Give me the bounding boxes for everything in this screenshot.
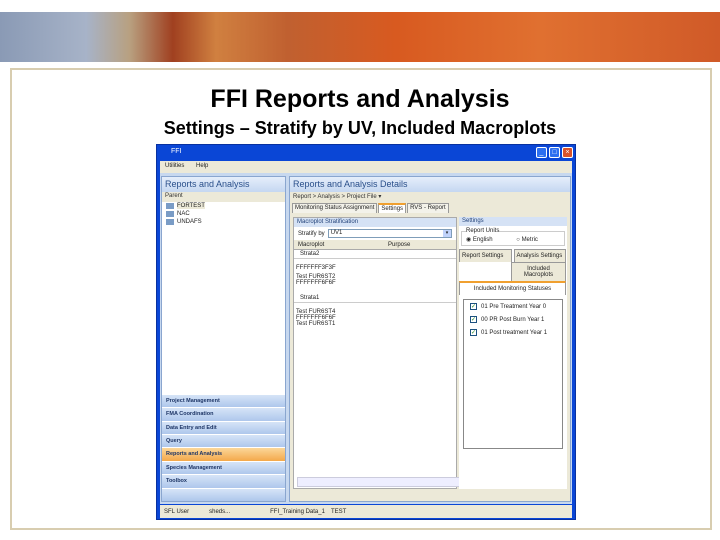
tree-item[interactable]: NAC	[162, 210, 285, 218]
tab-settings[interactable]: Settings	[378, 203, 407, 213]
status-checkbox[interactable]: ✓ 01 Post treatment Year 1	[464, 326, 562, 339]
column-purpose[interactable]: Purpose	[388, 242, 410, 248]
status-database: FFI_Training Data_1	[270, 508, 325, 515]
folder-icon	[166, 203, 174, 209]
column-macroplot[interactable]: Macroplot	[298, 242, 388, 248]
status-user: SFL User	[164, 508, 190, 515]
right-pane-header: Reports and Analysis Details	[290, 177, 570, 192]
list-item[interactable]: FFFFFFF6F6F	[296, 280, 454, 286]
subtab-report-settings[interactable]: Report Settings	[459, 249, 512, 262]
status-checkbox[interactable]: ✓ 00 PR Post Burn Year 1	[464, 313, 562, 326]
list-item[interactable]: FFFFFFF3F3F	[296, 265, 454, 271]
tree-item[interactable]: FORTEST	[162, 202, 285, 210]
menu-bar: Utilities Help	[160, 161, 572, 173]
check-icon: ✓	[470, 329, 477, 336]
section-title: Macroplot Stratification	[294, 218, 456, 227]
window-title: FFI	[171, 148, 182, 155]
nav-reports-analysis[interactable]: Reports and Analysis	[162, 447, 285, 461]
breadcrumb[interactable]: Report > Analysis > Project File ▾	[290, 192, 570, 202]
horizontal-scrollbar[interactable]	[297, 477, 461, 487]
nav-query[interactable]: Query	[162, 434, 285, 448]
project-tree: FORTEST NAC UNDAFS	[162, 202, 285, 226]
check-icon: ✓	[470, 316, 477, 323]
chevron-down-icon: ▾	[443, 230, 451, 237]
report-units-group: Report Units ◉ English ○ Metric	[461, 228, 565, 246]
subtab-included-statuses[interactable]: Included Monitoring Statuses	[459, 281, 566, 295]
tab-bar: Monitoring Status Assignment Settings RV…	[290, 202, 570, 213]
strata-name[interactable]: Strata2	[294, 250, 456, 259]
check-icon: ✓	[470, 303, 477, 310]
nav-species-management[interactable]: Species Management	[162, 460, 285, 475]
nav-panel: Project Management FMA Coordination Data…	[162, 393, 285, 501]
status-list: ✓ 01 Pre Treatment Year 0 ✓ 00 PR Post Bur…	[463, 299, 563, 449]
left-pane-header: Reports and Analysis	[162, 177, 285, 192]
right-pane: Reports and Analysis Details Report > An…	[289, 176, 571, 502]
header-banner	[0, 12, 720, 62]
status-server: sheds...	[209, 508, 231, 515]
report-units-label: Report Units	[466, 228, 500, 234]
status-checkbox[interactable]: ✓ 01 Pre Treatment Year 0	[464, 300, 562, 313]
tab-rvs-report[interactable]: RVS - Report	[407, 203, 449, 213]
nav-toolbox[interactable]: Toolbox	[162, 474, 285, 488]
status-bar: SFL User sheds... FFI_Training Data_1 TE…	[160, 505, 572, 518]
slide-subtitle: Settings – Stratify by UV, Included Macr…	[163, 118, 557, 138]
minimize-button[interactable]: _	[536, 147, 547, 158]
subtab-included-macroplots[interactable]: Included Macroplots	[511, 262, 566, 281]
stratify-label: Stratify by	[298, 230, 325, 237]
strata-group: Strata1 Test FUR6ST4 FFFFFFF6F6F Test FU…	[294, 294, 456, 333]
title-bar: FFI _ □ ×	[157, 145, 575, 161]
nav-project-management[interactable]: Project Management	[162, 393, 285, 408]
subtab-analysis-settings[interactable]: Analysis Settings	[513, 249, 566, 262]
parent-label: Parent	[162, 192, 285, 202]
nav-fma-coordination[interactable]: FMA Coordination	[162, 407, 285, 421]
list-item[interactable]: Test FUR6ST1	[296, 321, 454, 327]
folder-icon	[166, 219, 174, 225]
menu-utilities[interactable]: Utilities	[165, 163, 184, 169]
radio-metric[interactable]: ○ Metric	[516, 237, 538, 243]
nav-spacer	[162, 487, 285, 501]
section-title: Settings	[459, 217, 567, 226]
slide-title: FFI Reports and Analysis	[210, 85, 510, 113]
radio-english[interactable]: ◉ English	[466, 237, 493, 243]
maximize-button[interactable]: □	[549, 147, 560, 158]
folder-icon	[166, 211, 174, 217]
status-project: TEST	[330, 508, 347, 515]
strata-name[interactable]: Strata1	[294, 294, 456, 303]
nav-data-entry[interactable]: Data Entry and Edit	[162, 420, 285, 435]
close-button[interactable]: ×	[562, 147, 573, 158]
app-window: FFI _ □ × Utilities Help Reports and Ana…	[156, 144, 576, 520]
left-pane: Reports and Analysis Parent FORTEST NAC …	[161, 176, 286, 502]
tree-item[interactable]: UNDAFS	[162, 218, 285, 226]
stratification-panel: Macroplot Stratification Stratify by UV1…	[293, 217, 461, 489]
menu-help[interactable]: Help	[196, 163, 208, 169]
settings-panel: Settings Report Units ◉ English ○ Metric…	[459, 217, 567, 489]
tab-monitoring-status[interactable]: Monitoring Status Assignment	[292, 203, 378, 213]
stratify-select[interactable]: UV1 ▾	[327, 229, 452, 238]
strata-group: Strata2 FFFFFFF3F3F Test FUR6ST2 FFFFFFF…	[294, 250, 456, 294]
